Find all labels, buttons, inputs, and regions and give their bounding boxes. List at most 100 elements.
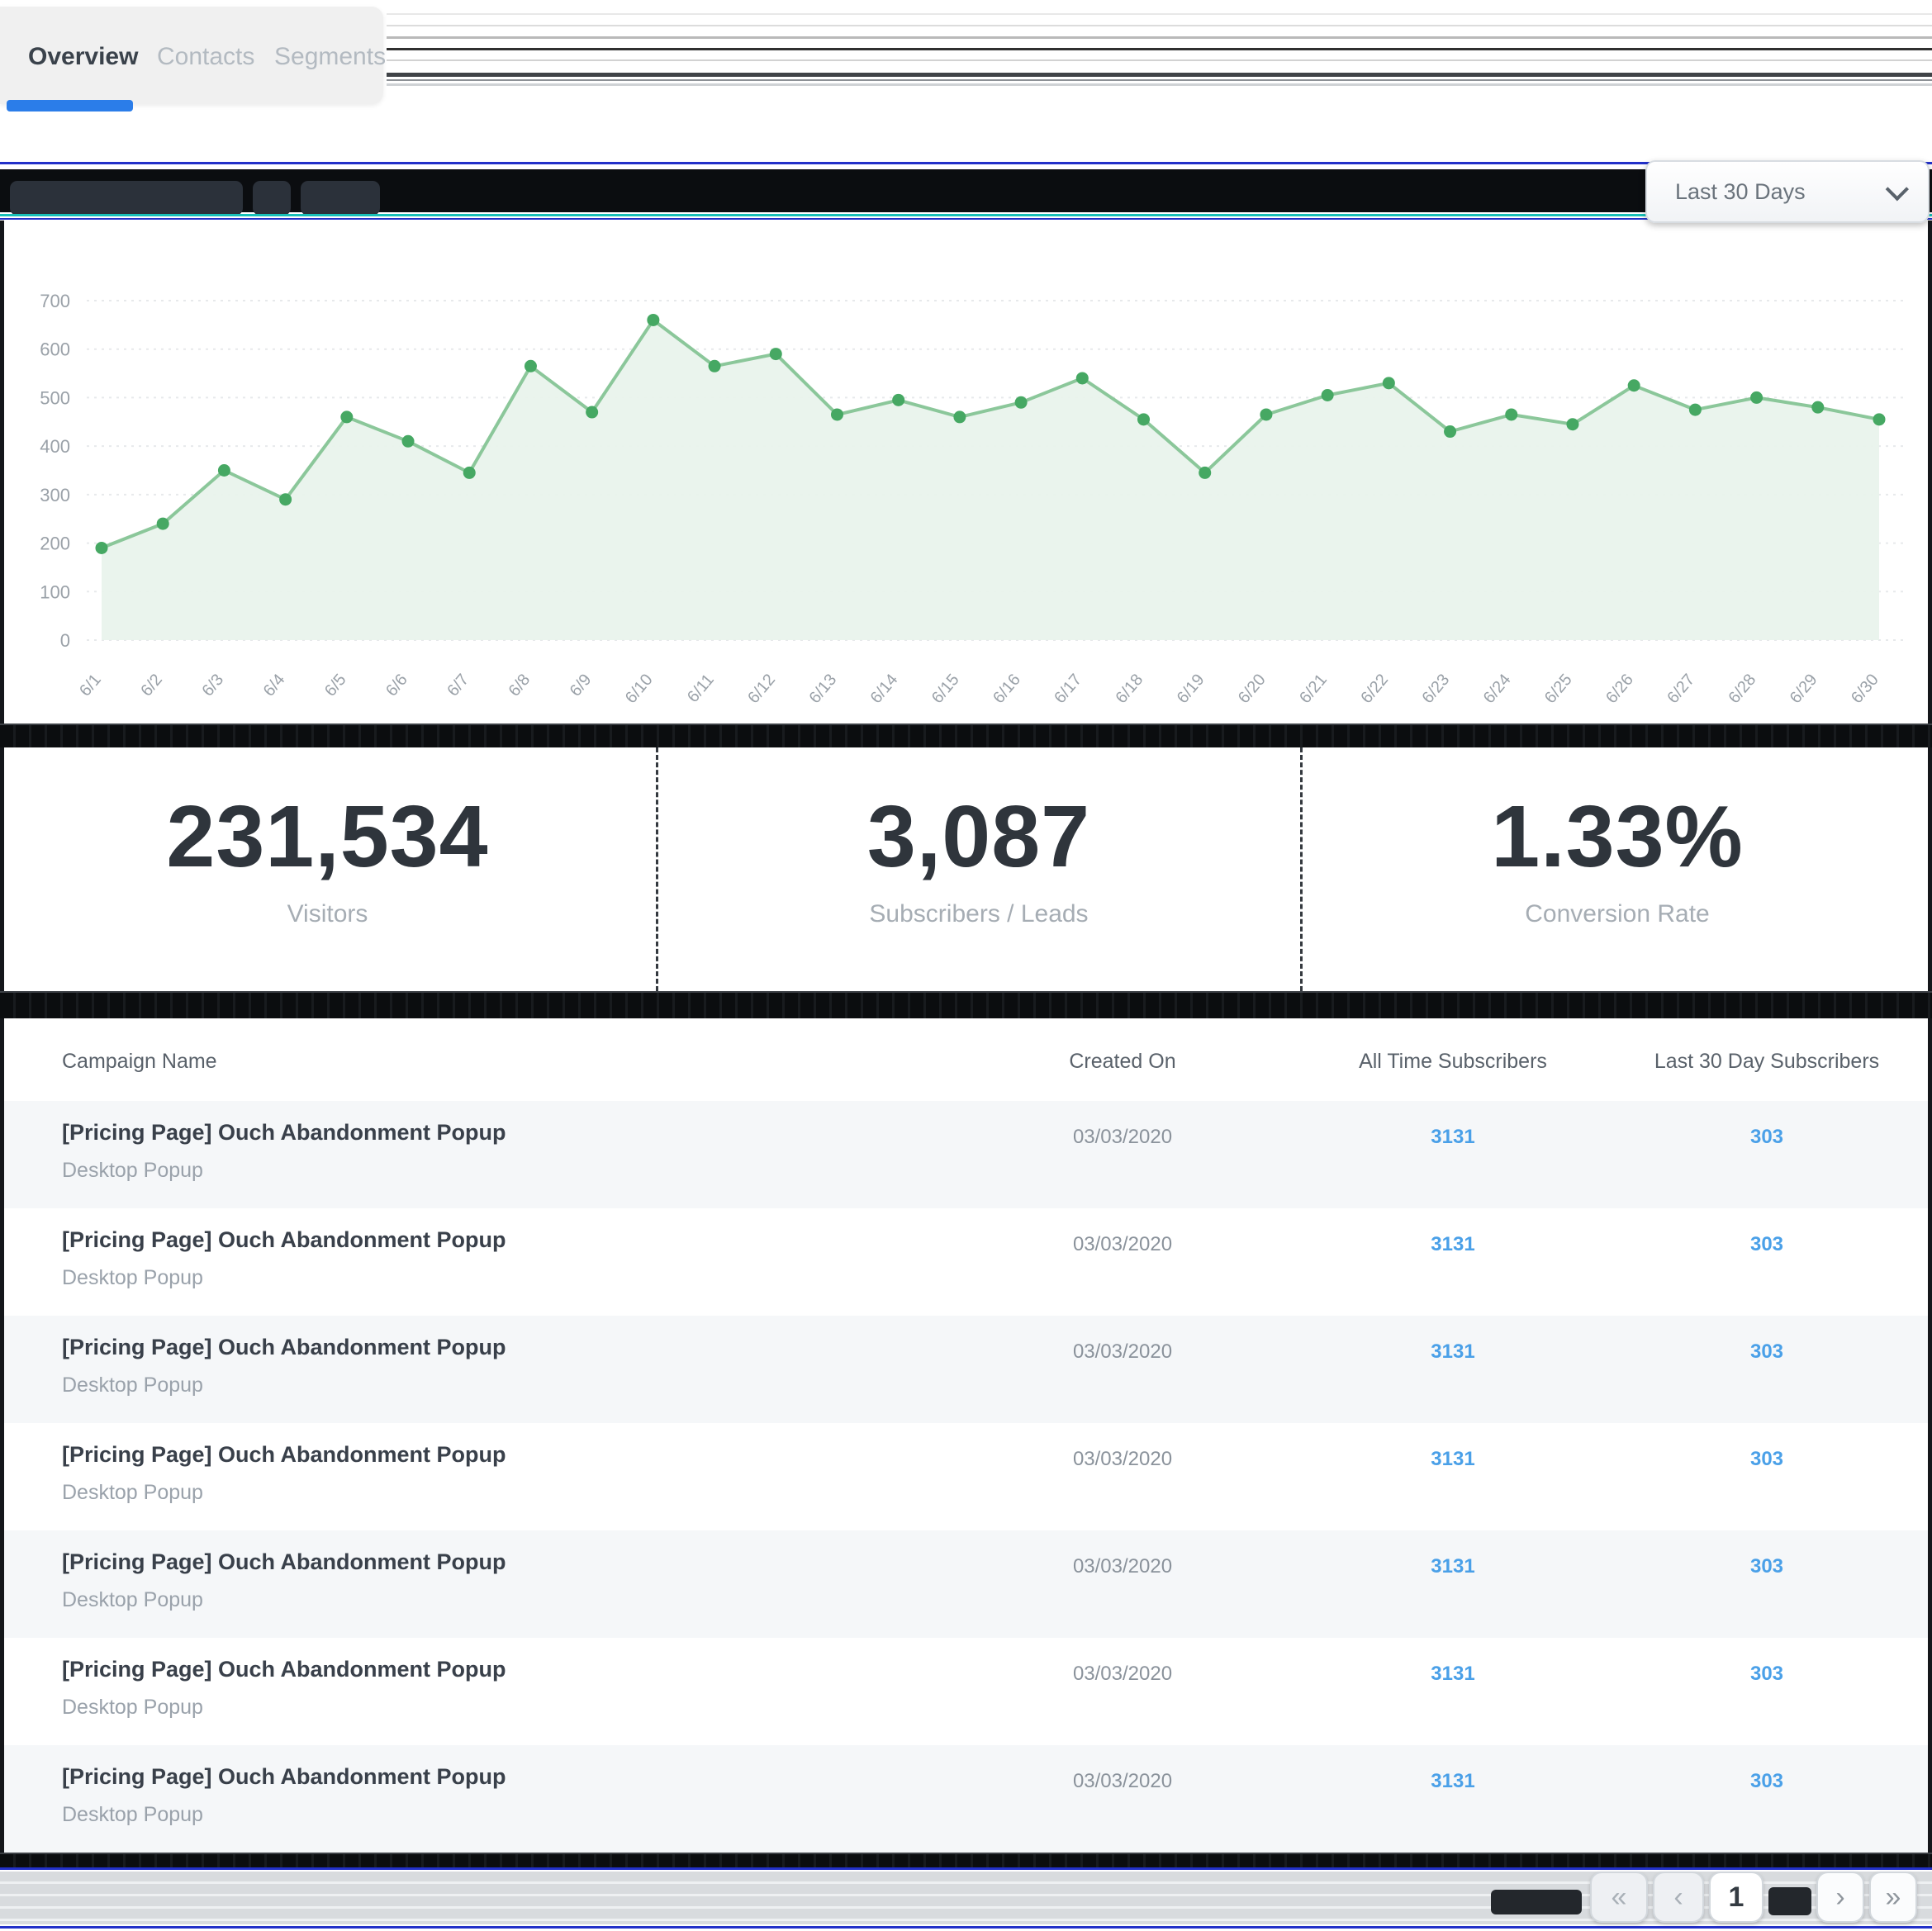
blur-artifact-band	[387, 83, 1932, 86]
y-axis-tick-label: 200	[40, 534, 70, 554]
x-axis-tick-label: 6/14	[867, 671, 902, 707]
data-point[interactable]	[1015, 396, 1028, 409]
data-point[interactable]	[340, 410, 353, 423]
data-point[interactable]	[647, 314, 659, 326]
blur-artifact-band	[0, 724, 1932, 749]
last-30-day-subscribers-link[interactable]: 303	[1647, 1745, 1887, 1853]
data-point[interactable]	[525, 360, 537, 372]
all-time-subscribers-link[interactable]: 3131	[1259, 1208, 1647, 1316]
data-point[interactable]	[1689, 404, 1702, 416]
subscribers-chart-card: 01002003004005006007006/16/26/36/46/56/6…	[0, 221, 1932, 724]
data-point[interactable]	[1137, 413, 1150, 425]
pagination-first-button[interactable]: «	[1590, 1872, 1648, 1923]
blur-artifact-line	[387, 25, 1932, 26]
table-row: [Pricing Page] Ouch Abandonment PopupDes…	[4, 1530, 1928, 1638]
data-point[interactable]	[96, 542, 108, 554]
data-point[interactable]	[1444, 425, 1456, 438]
table-row: [Pricing Page] Ouch Abandonment PopupDes…	[4, 1101, 1928, 1208]
data-point[interactable]	[463, 467, 476, 479]
tab-contacts[interactable]: Contacts	[157, 43, 254, 71]
data-point[interactable]	[157, 518, 169, 530]
data-point[interactable]	[1322, 389, 1334, 401]
data-point[interactable]	[1199, 467, 1211, 479]
chevron-right-icon: ›	[1835, 1881, 1844, 1914]
col-header-last-30-day-subscribers: Last 30 Day Subscribers	[1647, 1018, 1887, 1101]
y-axis-tick-label: 600	[40, 339, 70, 360]
data-point[interactable]	[831, 408, 843, 420]
last-30-day-subscribers-link[interactable]: 303	[1647, 1530, 1887, 1638]
data-point[interactable]	[402, 435, 415, 448]
col-header-campaign-name: Campaign Name	[4, 1018, 986, 1101]
data-point[interactable]	[709, 360, 721, 372]
last-30-day-subscribers-link[interactable]: 303	[1647, 1208, 1887, 1316]
campaign-name: [Pricing Page] Ouch Abandonment Popup	[62, 1226, 986, 1253]
all-time-subscribers-link[interactable]: 3131	[1259, 1423, 1647, 1530]
blur-artifact-band	[387, 73, 1932, 77]
all-time-subscribers-link[interactable]: 3131	[1259, 1745, 1647, 1853]
last-30-day-subscribers-link[interactable]: 303	[1647, 1423, 1887, 1530]
data-point[interactable]	[892, 394, 904, 406]
data-point[interactable]	[1873, 413, 1886, 425]
created-on-cell: 03/03/2020	[986, 1530, 1259, 1638]
chart-title-redacted	[10, 181, 243, 216]
x-axis-tick-label: 6/7	[444, 671, 472, 700]
last-30-day-subscribers-link[interactable]: 303	[1647, 1101, 1887, 1208]
stat-card-visitors: 231,534 Visitors	[0, 747, 651, 991]
chart-title-redacted	[301, 181, 380, 216]
data-point[interactable]	[218, 464, 230, 477]
data-point[interactable]	[586, 406, 598, 419]
date-range-dropdown[interactable]: Last 30 Days	[1645, 160, 1930, 223]
pagination-last-button[interactable]: »	[1869, 1872, 1917, 1923]
y-axis-tick-label: 700	[40, 291, 70, 311]
data-point[interactable]	[1076, 372, 1089, 384]
campaigns-table: Campaign Name Created On All Time Subscr…	[0, 1018, 1932, 1853]
chevron-double-left-icon: «	[1612, 1881, 1627, 1914]
stat-card-conversion: 1.33% Conversion Rate	[1307, 747, 1932, 991]
data-point[interactable]	[1383, 377, 1395, 389]
data-point[interactable]	[1811, 401, 1824, 414]
subscribers-value: 3,087	[662, 787, 1295, 887]
chevron-left-icon: ‹	[1673, 1881, 1683, 1914]
all-time-subscribers-link[interactable]: 3131	[1259, 1101, 1647, 1208]
data-point[interactable]	[1750, 391, 1763, 404]
stat-card-subscribers: 3,087 Subscribers / Leads	[662, 747, 1295, 991]
data-point[interactable]	[1628, 379, 1640, 391]
visitors-value: 231,534	[4, 787, 651, 887]
data-point[interactable]	[1260, 408, 1272, 420]
pagination-info-redacted	[1491, 1890, 1582, 1914]
created-on-cell: 03/03/2020	[986, 1423, 1259, 1530]
pagination-prev-button[interactable]: ‹	[1653, 1872, 1704, 1923]
x-axis-tick-label: 6/19	[1174, 671, 1208, 707]
tab-segments[interactable]: Segments	[274, 43, 386, 71]
col-header-all-time-subscribers: All Time Subscribers	[1259, 1018, 1647, 1101]
all-time-subscribers-link[interactable]: 3131	[1259, 1316, 1647, 1423]
x-axis-tick-label: 6/16	[990, 671, 1024, 707]
y-axis-tick-label: 500	[40, 387, 70, 408]
blur-artifact-line	[0, 162, 1932, 164]
campaign-type: Desktop Popup	[62, 1803, 986, 1827]
last-30-day-subscribers-link[interactable]: 303	[1647, 1316, 1887, 1423]
pagination-current-page[interactable]: 1	[1709, 1872, 1763, 1923]
table-body: [Pricing Page] Ouch Abandonment Popup Des…	[4, 1101, 1928, 1853]
data-point[interactable]	[1566, 418, 1578, 430]
campaign-type: Desktop Popup	[62, 1481, 986, 1505]
blur-artifact-line	[387, 59, 1932, 61]
last-30-day-subscribers-link[interactable]: 303	[1647, 1638, 1887, 1745]
tab-bar: Overview Contacts Segments	[0, 7, 383, 104]
data-point[interactable]	[279, 493, 292, 505]
tab-overview[interactable]: Overview	[28, 43, 138, 71]
data-point[interactable]	[770, 348, 782, 360]
blur-artifact-line	[0, 218, 1932, 220]
data-point[interactable]	[953, 410, 966, 423]
campaign-name: [Pricing Page] Ouch Abandonment Popup	[62, 1656, 986, 1682]
data-point[interactable]	[1505, 408, 1517, 420]
pagination-next-button[interactable]: ›	[1816, 1872, 1864, 1923]
created-on-cell: 03/03/2020	[986, 1208, 1259, 1316]
all-time-subscribers-link[interactable]: 3131	[1259, 1638, 1647, 1745]
blur-artifact-line	[0, 214, 1932, 216]
date-range-value: Last 30 Days	[1675, 179, 1806, 205]
all-time-subscribers-link[interactable]: 3131	[1259, 1530, 1647, 1638]
x-axis-tick-label: 6/18	[1112, 671, 1146, 707]
table-row: [Pricing Page] Ouch Abandonment PopupDes…	[4, 1208, 1928, 1316]
campaign-cell: [Pricing Page] Ouch Abandonment PopupDes…	[4, 1101, 986, 1208]
